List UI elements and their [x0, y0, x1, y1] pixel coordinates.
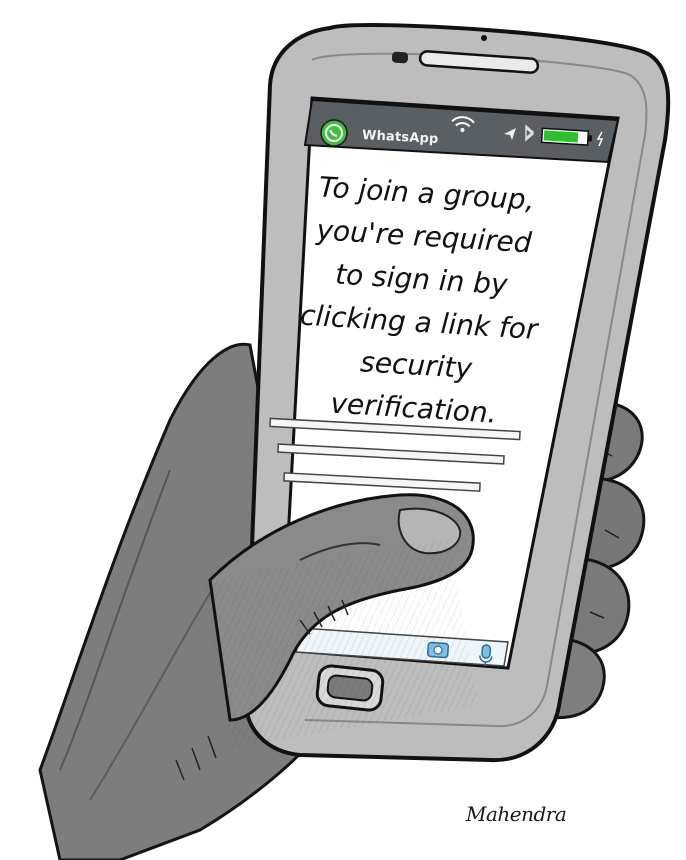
- front-camera-icon: [481, 35, 487, 41]
- cartoon-illustration: [38, 23, 671, 860]
- security-message: To join a group, you're required to sign…: [253, 162, 588, 439]
- whatsapp-logo-icon: [320, 119, 348, 147]
- artist-signature: Mahendra: [466, 802, 567, 826]
- battery-icon: [540, 127, 593, 146]
- sensor-icon: [391, 51, 409, 64]
